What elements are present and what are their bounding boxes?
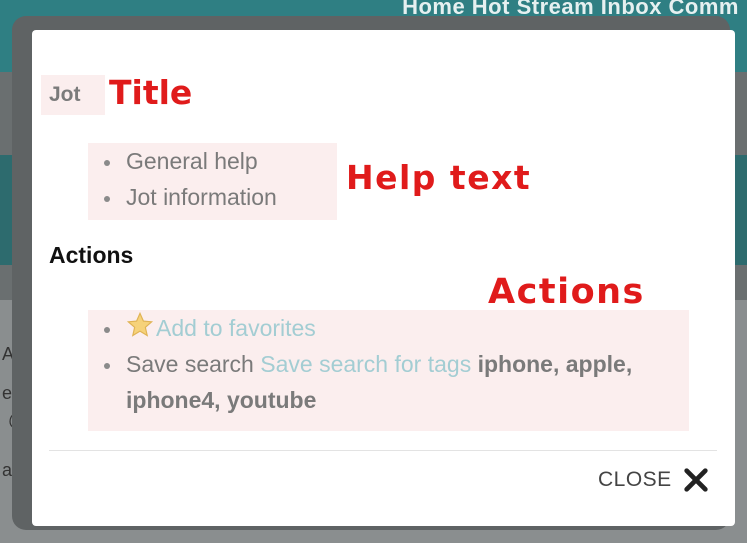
save-search-label: Save search — [126, 351, 254, 377]
close-button[interactable]: CLOSE — [598, 460, 710, 500]
annotation-title: Title — [109, 73, 193, 112]
actions-list: Add to favorites Save search Save search… — [96, 310, 686, 418]
save-search-link[interactable]: Save search for tags — [260, 351, 471, 377]
help-item-general[interactable]: General help — [96, 143, 277, 179]
footer-divider — [49, 450, 717, 451]
actions-heading: Actions — [49, 242, 134, 268]
annotation-actions: Actions — [488, 272, 645, 312]
star-icon[interactable] — [126, 311, 154, 339]
close-x-icon — [684, 468, 708, 492]
annotation-help-text: Help text — [346, 158, 532, 197]
screenshot-stage: Home Hot Stream Inbox Comm Ap ea @ ap Jo… — [0, 0, 747, 543]
action-item-favorites: Add to favorites — [96, 310, 686, 346]
add-to-favorites-link[interactable]: Add to favorites — [156, 315, 316, 341]
close-label: CLOSE — [598, 468, 672, 491]
action-item-save-search: Save search Save search for tags iphone,… — [96, 346, 686, 418]
help-list: General help Jot information — [96, 143, 277, 215]
modal-title: Jot — [41, 75, 105, 115]
help-item-jot-information[interactable]: Jot information — [96, 179, 277, 215]
jot-modal: Jot Title General help Jot information H… — [32, 30, 735, 526]
